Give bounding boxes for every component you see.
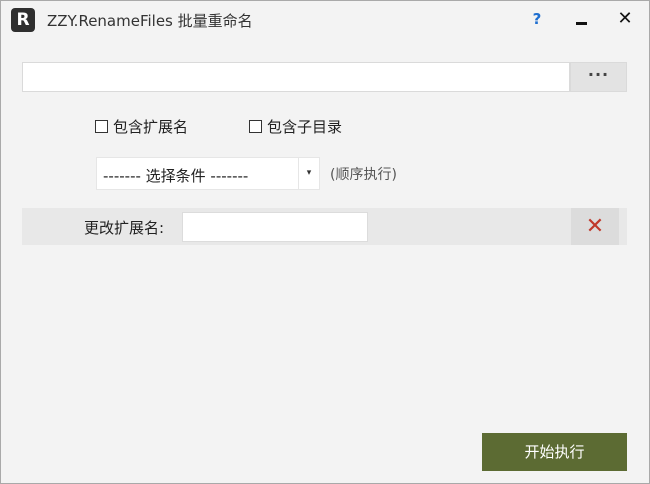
sequential-hint: (顺序执行) xyxy=(330,167,397,183)
minimize-icon xyxy=(576,22,587,25)
rule-row-change-extension: 更改扩展名: ✕ xyxy=(22,208,627,245)
browse-button[interactable]: ··· xyxy=(570,62,627,92)
include-extension-checkbox[interactable]: 包含扩展名 xyxy=(95,116,188,136)
condition-selected-value: ------- 选择条件 ------- xyxy=(103,167,249,185)
rule-label: 更改扩展名: xyxy=(84,219,165,237)
window-title: ZZY.RenameFiles 批量重命名 xyxy=(47,12,253,30)
chevron-down-icon[interactable]: ▾ xyxy=(298,158,319,189)
close-icon: ✕ xyxy=(617,8,633,29)
title-bar: R ZZY.RenameFiles 批量重命名 ? ✕ xyxy=(1,1,649,37)
include-extension-label: 包含扩展名 xyxy=(113,117,189,136)
checkbox-box[interactable] xyxy=(249,119,262,133)
remove-rule-button[interactable]: ✕ xyxy=(571,208,619,245)
include-subdirectory-checkbox[interactable]: 包含子目录 xyxy=(249,116,342,136)
new-extension-input[interactable] xyxy=(182,212,368,242)
minimize-button[interactable] xyxy=(567,5,595,33)
help-icon: ? xyxy=(532,10,542,28)
ellipsis-icon: ··· xyxy=(587,65,610,84)
close-icon: ✕ xyxy=(585,214,605,239)
app-logo-icon: R xyxy=(11,8,35,32)
condition-select[interactable]: ------- 选择条件 ------- ▾ xyxy=(96,157,320,190)
close-window-button[interactable]: ✕ xyxy=(611,5,639,33)
folder-path-input[interactable] xyxy=(22,62,570,92)
app-window: R ZZY.RenameFiles 批量重命名 ? ✕ ··· 包含扩展名 包含… xyxy=(0,0,650,484)
help-button[interactable]: ? xyxy=(523,5,551,33)
checkbox-box[interactable] xyxy=(95,119,108,133)
include-subdirectory-label: 包含子目录 xyxy=(267,117,343,136)
start-button[interactable]: 开始执行 xyxy=(482,433,627,471)
